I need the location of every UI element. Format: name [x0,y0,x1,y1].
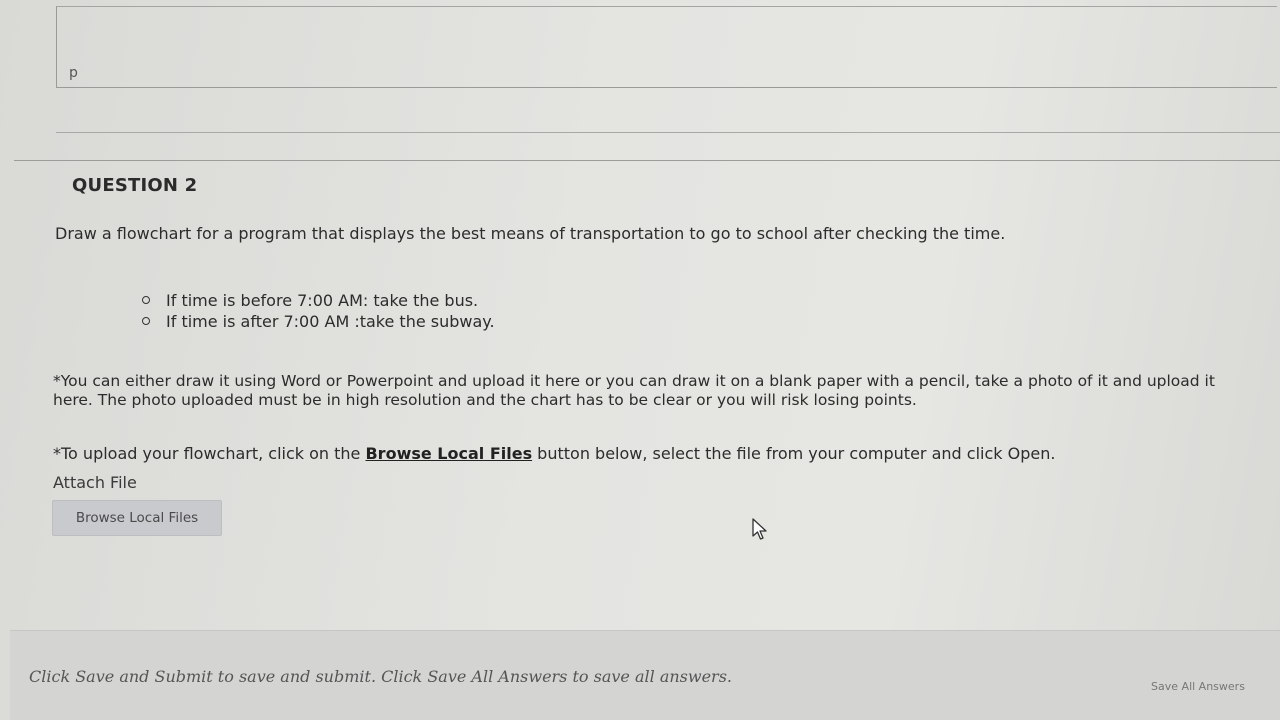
previous-answer-textarea[interactable]: p [56,6,1277,88]
mouse-pointer-icon [752,518,767,540]
save-all-answers-button[interactable]: Save All Answers [1128,671,1268,701]
submit-footer: Click Save and Submit to save and submit… [10,630,1280,720]
browse-local-files-button[interactable]: Browse Local Files [52,500,222,536]
list-item-text: If time is before 7:00 AM: take the bus. [166,291,479,310]
question-title: QUESTION 2 [72,175,198,196]
question-divider [14,160,1280,161]
upload-note: *You can either draw it using Word or Po… [53,372,1215,409]
condition-list: If time is before 7:00 AM: take the bus.… [140,290,495,332]
list-item-text: If time is after 7:00 AM :take the subwa… [166,312,495,331]
previous-answer-text: p [69,65,78,81]
browse-local-files-link[interactable]: Browse Local Files [365,444,532,463]
bullet-icon [142,296,150,304]
divider [56,132,1280,133]
upload-instruction-text: *To upload your flowchart, click on the [53,444,366,463]
list-item: If time is before 7:00 AM: take the bus. [140,290,495,311]
assessment-page: p QUESTION 2 Draw a flowchart for a prog… [0,0,1280,720]
list-item: If time is after 7:00 AM :take the subwa… [140,311,495,332]
upload-instruction: *To upload your flowchart, click on the … [53,444,1233,463]
question-prompt: Draw a flowchart for a program that disp… [55,224,1006,243]
bullet-icon [142,317,150,325]
footer-instruction: Click Save and Submit to save and submit… [29,667,732,686]
upload-instruction-text: button below, select the file from your … [532,444,1056,463]
attach-file-label: Attach File [53,473,137,492]
